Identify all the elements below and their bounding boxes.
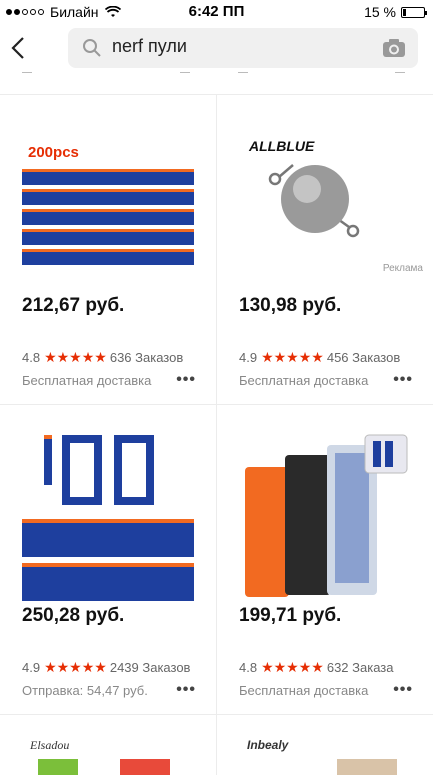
back-arrow-icon[interactable]	[8, 34, 32, 62]
orders: 456 Заказов	[326, 350, 401, 365]
rating: 4.8 ★★★★★ 636 Заказов	[22, 349, 206, 366]
rating: 4.9 ★★★★★ 456 Заказов	[239, 349, 423, 366]
rating-value: 4.9	[239, 350, 258, 365]
orders: 632 Заказа	[326, 660, 394, 675]
rating-value: 4.9	[22, 660, 41, 675]
stars-icon: ★★★★★	[44, 659, 107, 675]
product-image: Inbealy	[247, 738, 397, 775]
search-header	[0, 24, 433, 74]
stars-icon: ★★★★★	[44, 349, 107, 365]
search-input[interactable]	[112, 36, 352, 57]
stars-icon: ★★★★★	[261, 349, 324, 365]
price: 250,28 руб.	[22, 605, 125, 626]
product-card[interactable]: ALLBLUE Реклама 130,98 руб. 4.9 ★★★★★ 456 …	[217, 95, 433, 405]
shipping: Бесплатная доставка	[239, 683, 369, 698]
status-bar: Билайн 6:42 ПП 15 %	[0, 0, 433, 24]
more-icon[interactable]: •••	[393, 681, 413, 699]
price: 199,71 руб.	[239, 605, 342, 626]
search-icon	[83, 39, 101, 57]
product-image: 200pcs	[22, 144, 194, 265]
brand-logo: Inbealy	[247, 738, 290, 752]
camera-icon[interactable]	[382, 38, 406, 58]
product-image	[245, 434, 408, 597]
more-icon[interactable]: •••	[176, 371, 196, 389]
product-card-partial[interactable]: Elsadou	[0, 715, 216, 775]
rating-value: 4.8	[22, 350, 41, 365]
search-field[interactable]	[68, 28, 418, 68]
shipping: Отправка: 54,47 руб.	[22, 683, 148, 698]
more-icon[interactable]: •••	[393, 371, 413, 389]
ad-label: Реклама	[382, 263, 423, 274]
product-card[interactable]: 250,28 руб. 4.9 ★★★★★ 2439 Заказов Отправк…	[0, 405, 216, 715]
brand-logo: ALLBLUE	[248, 138, 315, 154]
orders: 2439 Заказов	[109, 660, 191, 675]
rating: 4.9 ★★★★★ 2439 Заказов	[22, 659, 206, 676]
more-icon[interactable]: •••	[176, 681, 196, 699]
battery-icon	[401, 6, 427, 18]
product-card[interactable]: 199,71 руб. 4.8 ★★★★★ 632 Заказа Бесплатна…	[217, 405, 433, 715]
battery-percent: 15 %	[364, 4, 396, 20]
shipping: Бесплатная доставка	[239, 373, 369, 388]
orders: 636 Заказов	[109, 350, 184, 365]
product-image	[22, 435, 194, 601]
previous-row-edge	[0, 72, 433, 95]
stars-icon: ★★★★★	[261, 659, 324, 675]
status-right: 15 %	[364, 4, 427, 20]
product-card[interactable]: 200pcs 212,67 руб. 4.8 ★★★★★ 636 Заказов Б…	[0, 95, 216, 405]
brand-logo: Elsadou	[29, 738, 69, 752]
product-image: Elsadou	[29, 738, 170, 775]
rating-value: 4.8	[239, 660, 258, 675]
rating: 4.8 ★★★★★ 632 Заказа	[239, 659, 423, 676]
price: 130,98 руб.	[239, 295, 342, 316]
price: 212,67 руб.	[22, 295, 125, 316]
image-label: 200pcs	[28, 144, 79, 161]
product-card-partial[interactable]: Inbealy	[217, 715, 433, 775]
shipping: Бесплатная доставка	[22, 373, 152, 388]
